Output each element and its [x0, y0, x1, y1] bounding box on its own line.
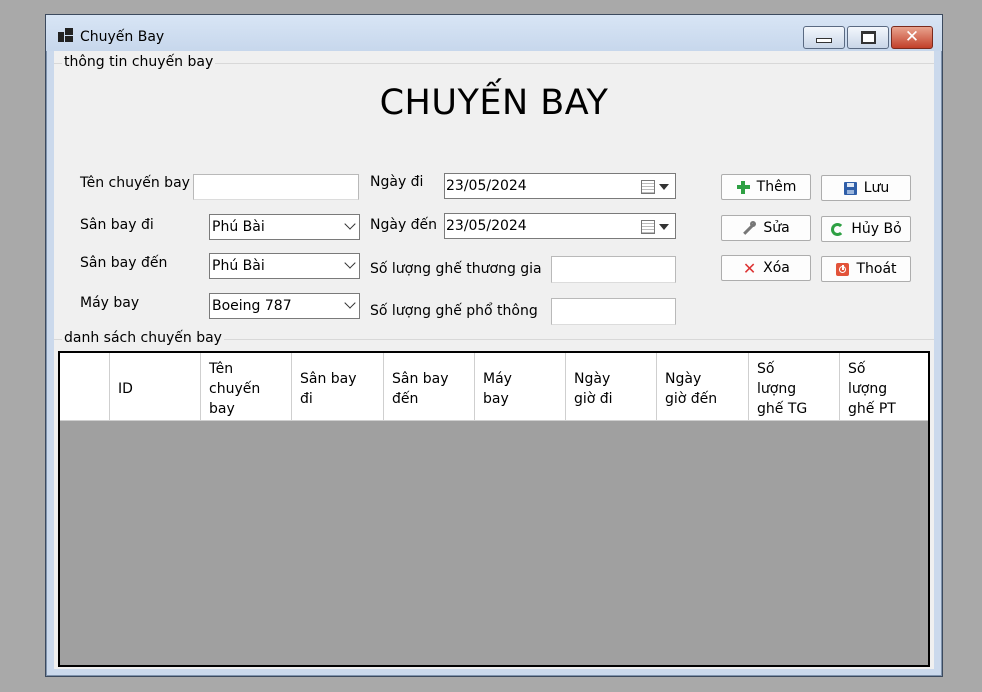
departure-airport-select[interactable]: Phú Bài: [209, 214, 360, 240]
aircraft-select[interactable]: Boeing 787: [209, 293, 360, 319]
x-icon: ✕: [742, 258, 757, 278]
column-header-label: Ngày giờ đi: [574, 370, 613, 407]
wrench-icon: [742, 220, 757, 236]
main-window: Chuyến Bay ✕ thông tin chuyến bay CHUYẾN…: [45, 14, 943, 677]
column-header-economy-seats[interactable]: Số lượng ghế PT: [840, 353, 928, 420]
business-seats-label: Số lượng ghế thương gia: [370, 261, 542, 277]
app-icon: [58, 28, 74, 44]
power-icon: [835, 262, 850, 277]
departure-airport-label: Sân bay đi: [80, 217, 154, 233]
column-header-id[interactable]: ID: [110, 353, 201, 420]
window-title: Chuyến Bay: [80, 29, 165, 45]
minimize-icon: [816, 38, 832, 43]
column-header-arrival-airport[interactable]: Sân bay đến: [384, 353, 475, 420]
arrival-date-picker[interactable]: 23/05/2024: [444, 213, 676, 239]
column-header-label: Ngày giờ đến: [665, 370, 718, 407]
delete-button[interactable]: ✕ Xóa: [721, 255, 811, 281]
flights-table[interactable]: ID Tên chuyến bay Sân bay đi Sân bay đến…: [58, 351, 930, 667]
info-group-legend: thông tin chuyến bay: [62, 54, 216, 70]
column-header-label: Số lượng ghế PT: [848, 360, 896, 417]
maximize-icon: [860, 31, 876, 44]
edit-button[interactable]: Sửa: [721, 215, 811, 241]
dropdown-arrow-icon: [659, 224, 669, 230]
calendar-icon: [641, 220, 655, 234]
add-button-label: Thêm: [756, 179, 797, 195]
chevron-down-icon: [344, 218, 356, 230]
economy-seats-label: Số lượng ghế phổ thông: [370, 303, 538, 319]
column-header-label: Số lượng ghế TG: [757, 360, 808, 417]
column-header-label: Tên chuyến bay: [209, 360, 261, 417]
business-seats-field[interactable]: [551, 256, 676, 283]
title-bar[interactable]: Chuyến Bay ✕: [46, 15, 942, 51]
calendar-icon: [641, 180, 655, 194]
departure-date-picker[interactable]: 23/05/2024: [444, 173, 676, 199]
page-title: CHUYẾN BAY: [379, 83, 609, 123]
departure-date-value: 23/05/2024: [446, 178, 527, 194]
delete-button-label: Xóa: [763, 260, 790, 276]
list-group-legend: danh sách chuyến bay: [62, 330, 224, 346]
dropdown-arrow-icon: [659, 184, 669, 190]
floppy-disk-icon: [843, 181, 858, 196]
save-button[interactable]: Lưu: [821, 175, 911, 201]
arrival-airport-label: Sân bay đến: [80, 255, 168, 271]
departure-date-label: Ngày đi: [370, 174, 424, 190]
column-header-label: Sân bay đến: [392, 370, 449, 407]
economy-seats-field[interactable]: [551, 298, 676, 325]
arrival-airport-value: Phú Bài: [212, 258, 265, 274]
refresh-icon: [830, 222, 845, 237]
form-body: thông tin chuyến bay CHUYẾN BAY Tên chuy…: [54, 51, 934, 669]
column-header-label: Sân bay đi: [300, 370, 357, 407]
row-header-column[interactable]: [60, 353, 110, 420]
minimize-button[interactable]: [803, 26, 845, 49]
exit-button-label: Thoát: [856, 261, 897, 277]
flight-name-field[interactable]: [193, 174, 359, 200]
flight-name-label: Tên chuyến bay: [80, 175, 190, 191]
close-icon: ✕: [904, 27, 920, 47]
table-header: ID Tên chuyến bay Sân bay đi Sân bay đến…: [60, 353, 928, 421]
add-button[interactable]: Thêm: [721, 174, 811, 200]
exit-button[interactable]: Thoát: [821, 256, 911, 282]
arrival-date-label: Ngày đến: [370, 217, 438, 233]
aircraft-label: Máy bay: [80, 295, 140, 311]
cancel-button-label: Hủy Bỏ: [851, 221, 902, 237]
chevron-down-icon: [344, 297, 356, 309]
maximize-button[interactable]: [847, 26, 889, 49]
column-header-arrival-time[interactable]: Ngày giờ đến: [657, 353, 749, 420]
column-header-departure-airport[interactable]: Sân bay đi: [292, 353, 384, 420]
cancel-button[interactable]: Hủy Bỏ: [821, 216, 911, 242]
column-header-business-seats[interactable]: Số lượng ghế TG: [749, 353, 840, 420]
column-header-aircraft[interactable]: Máy bay: [475, 353, 566, 420]
aircraft-value: Boeing 787: [212, 298, 292, 314]
plus-icon: [736, 180, 751, 195]
departure-airport-value: Phú Bài: [212, 219, 265, 235]
column-header-label: Máy bay: [483, 370, 512, 407]
edit-button-label: Sửa: [763, 220, 790, 236]
arrival-date-value: 23/05/2024: [446, 218, 527, 234]
column-header-label: ID: [118, 380, 133, 397]
column-header-departure-time[interactable]: Ngày giờ đi: [566, 353, 657, 420]
chevron-down-icon: [344, 257, 356, 269]
arrival-airport-select[interactable]: Phú Bài: [209, 253, 360, 279]
column-header-flight-name[interactable]: Tên chuyến bay: [201, 353, 292, 420]
save-button-label: Lưu: [863, 180, 890, 196]
close-button[interactable]: ✕: [891, 26, 933, 49]
